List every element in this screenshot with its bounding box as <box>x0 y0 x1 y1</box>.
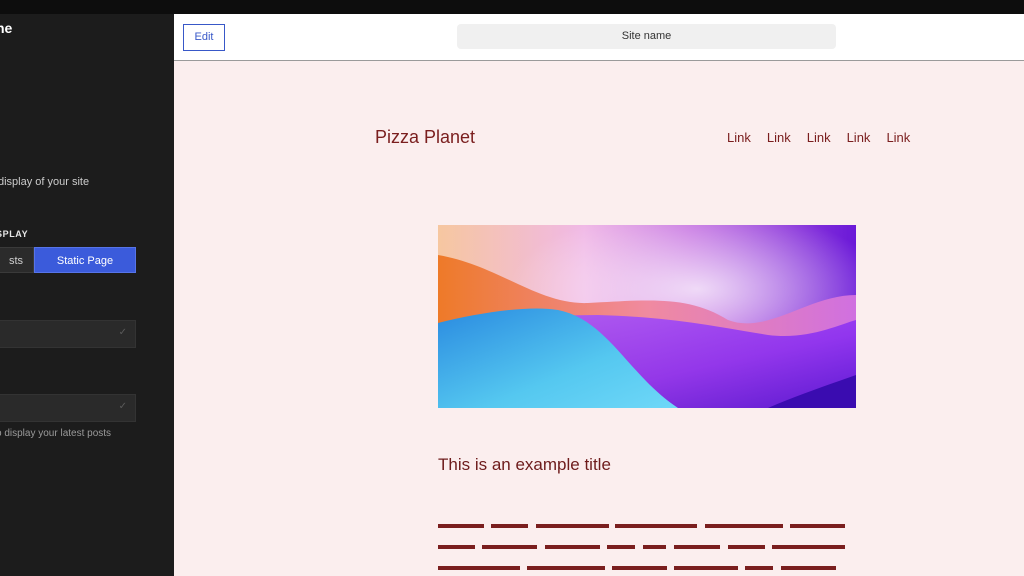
nav-link[interactable]: Link <box>807 130 831 145</box>
site-nav: Link Link Link Link Link <box>727 130 926 145</box>
site-name-field[interactable]: Site name <box>457 24 836 49</box>
posts-page-hint: o display your latest posts <box>0 428 112 439</box>
nav-link[interactable]: Link <box>886 130 910 145</box>
edit-button[interactable]: Edit <box>183 24 225 51</box>
homepage-display-label: SPLAY <box>0 229 29 239</box>
chevron-down-icon: ✓ <box>118 401 127 412</box>
site-brand[interactable]: Pizza Planet <box>375 127 475 148</box>
site-preview: Edit Site name Pizza Planet Link Link Li… <box>174 14 1024 576</box>
nav-link[interactable]: Link <box>767 130 791 145</box>
chevron-down-icon: ✓ <box>118 327 127 338</box>
toggle-static-page[interactable]: Static Page <box>34 247 136 273</box>
preview-toolbar: Edit Site name <box>174 14 1024 61</box>
sidebar-title: ne <box>0 20 13 36</box>
settings-sidebar: ne o display of your site SPLAY sts Stat… <box>0 14 174 576</box>
nav-link[interactable]: Link <box>727 130 751 145</box>
homepage-display-toggle: sts Static Page <box>0 247 136 273</box>
sidebar-description: display of your site <box>0 176 90 188</box>
window-top-strip <box>0 0 1024 14</box>
homepage-select[interactable]: ✓ <box>0 320 136 348</box>
hero-image <box>438 225 856 408</box>
post-title[interactable]: This is an example title <box>438 455 611 475</box>
nav-link[interactable]: Link <box>847 130 871 145</box>
toggle-latest-posts[interactable]: sts <box>0 247 34 273</box>
posts-page-select[interactable]: ✓ <box>0 394 136 422</box>
